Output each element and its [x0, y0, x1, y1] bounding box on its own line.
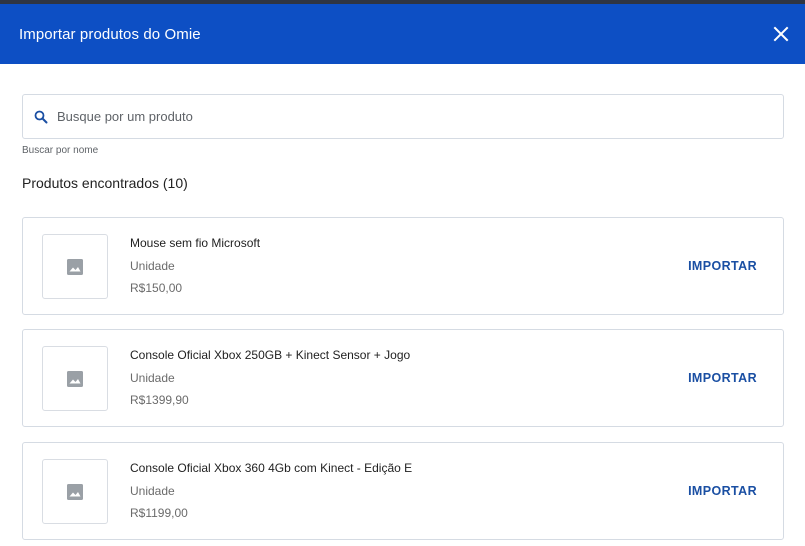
image-icon: [66, 258, 84, 276]
product-card: Console Oficial Xbox 250GB + Kinect Sens…: [22, 329, 784, 427]
product-price: R$1399,90: [130, 393, 189, 407]
product-unit: Unidade: [130, 259, 175, 273]
modal-header: Importar produtos do Omie: [0, 4, 805, 64]
product-thumbnail: [42, 346, 108, 411]
product-unit: Unidade: [130, 371, 175, 385]
search-box[interactable]: [22, 94, 784, 139]
product-name: Console Oficial Xbox 250GB + Kinect Sens…: [130, 348, 411, 362]
search-input[interactable]: [55, 108, 739, 125]
product-price: R$150,00: [130, 281, 183, 295]
product-card: Console Oficial Xbox 360 4Gb com Kinect …: [22, 442, 784, 540]
product-name: Console Oficial Xbox 360 4Gb com Kinect …: [130, 461, 413, 475]
product-card: Mouse sem fio Microsoft Unidade R$150,00…: [22, 217, 784, 315]
product-thumbnail: [42, 459, 108, 524]
search-helper-text: Buscar por nome: [22, 145, 99, 156]
modal-title: Importar produtos do Omie: [19, 25, 201, 43]
close-icon[interactable]: [771, 24, 791, 44]
import-button[interactable]: IMPORTAR: [688, 484, 757, 498]
product-thumbnail: [42, 234, 108, 299]
results-title: Produtos encontrados (10): [22, 175, 188, 191]
image-icon: [66, 483, 84, 501]
product-price: R$1199,00: [130, 506, 188, 520]
import-button[interactable]: IMPORTAR: [688, 371, 757, 385]
image-icon: [66, 370, 84, 388]
import-button[interactable]: IMPORTAR: [688, 259, 757, 273]
product-unit: Unidade: [130, 484, 175, 498]
product-name: Mouse sem fio Microsoft: [130, 236, 261, 250]
search-icon: [34, 110, 48, 124]
